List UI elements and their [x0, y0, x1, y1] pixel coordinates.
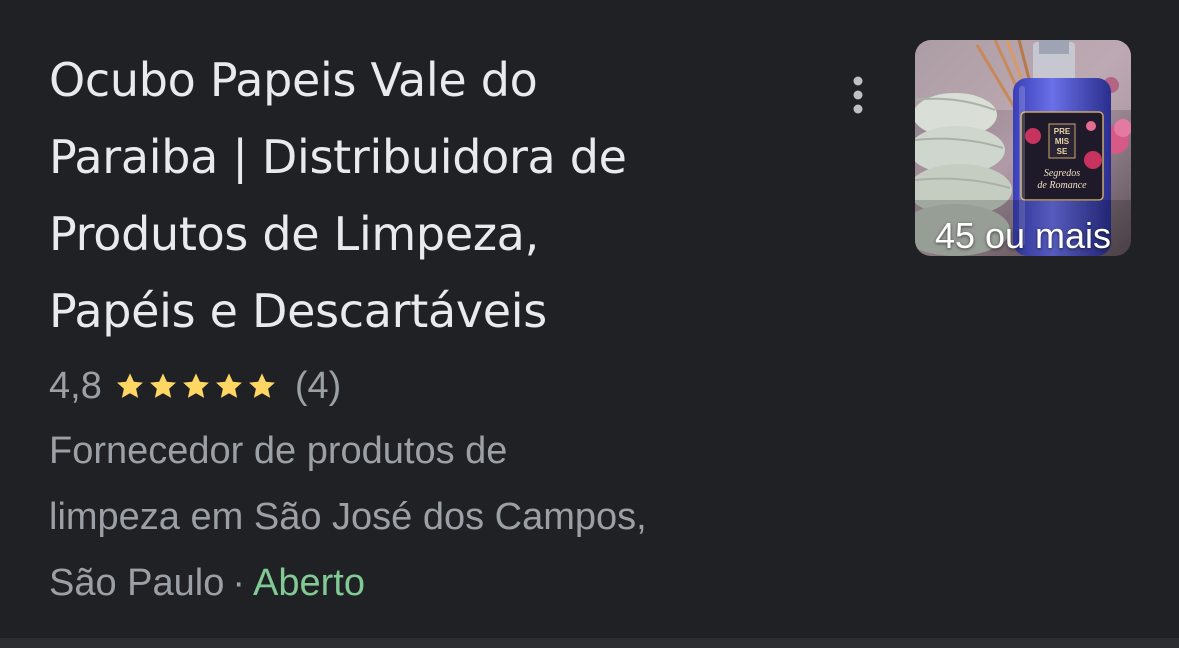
product-label-text: PRE	[1054, 127, 1071, 136]
location-status-line: São Paulo · Aberto	[49, 550, 809, 616]
product-label-text: Segredos	[1044, 168, 1080, 179]
card-divider	[0, 638, 1179, 648]
star-icon	[149, 373, 176, 398]
star-icon	[116, 373, 143, 398]
more-vert-icon	[853, 76, 863, 114]
photo-count-label: 45 ou mais	[934, 215, 1112, 256]
star-icon	[182, 373, 209, 398]
place-title-line: Papéis e Descartáveis	[49, 284, 547, 338]
separator-dot: ·	[232, 562, 246, 604]
product-label-text: SE	[1057, 147, 1068, 156]
rating-value: 4,8	[49, 364, 102, 407]
product-label-text: MIS	[1055, 137, 1070, 146]
more-options-button[interactable]	[838, 72, 878, 118]
category-line: Fornecedor de produtos de	[49, 430, 508, 472]
place-title[interactable]: Ocubo Papeis Vale do Paraiba | Distribui…	[49, 42, 809, 350]
category-line: limpeza em São José dos Campos,	[49, 496, 647, 538]
star-icon	[215, 373, 242, 398]
place-title-line: Produtos de Limpeza,	[49, 207, 539, 261]
photo-thumbnail[interactable]: PRE MIS SE Segredos de Romance 45 ou mai…	[915, 40, 1131, 256]
place-card[interactable]: Ocubo Papeis Vale do Paraiba | Distribui…	[0, 0, 1179, 638]
rating-stars	[114, 370, 279, 402]
product-label-text: de Romance	[1037, 180, 1087, 191]
rating-row[interactable]: 4,8 (4)	[49, 358, 341, 414]
open-status: Aberto	[253, 562, 365, 604]
city-label: São Paulo	[49, 562, 225, 604]
place-description: Fornecedor de produtos de limpeza em São…	[49, 418, 809, 616]
star-icon	[248, 373, 275, 398]
review-count[interactable]: (4)	[295, 365, 341, 408]
place-title-line: Paraiba | Distribuidora de	[49, 130, 627, 184]
place-title-line: Ocubo Papeis Vale do	[49, 53, 538, 107]
